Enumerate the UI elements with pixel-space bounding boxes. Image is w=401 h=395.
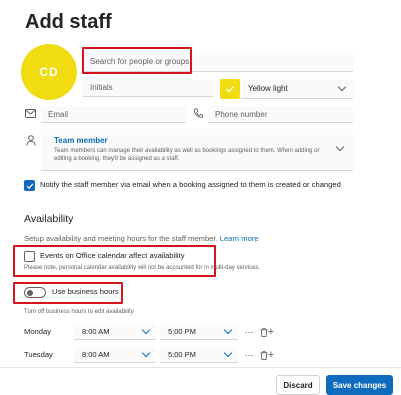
more-options-icon[interactable]: ⋯ bbox=[241, 324, 257, 340]
add-icon[interactable]: + bbox=[263, 324, 279, 340]
schedule-row-monday: Monday 8:00 AM 5:00 PM ⋯ + bbox=[0, 324, 401, 344]
email-field[interactable]: Email bbox=[41, 106, 186, 123]
day-label: Monday bbox=[24, 327, 52, 336]
role-description: Team members can manage their availabili… bbox=[54, 148, 320, 162]
chevron-down-icon bbox=[141, 325, 151, 335]
end-time-value: 5:00 PM bbox=[168, 350, 196, 359]
save-button[interactable]: Save changes bbox=[326, 375, 393, 395]
avatar[interactable]: CD bbox=[21, 44, 77, 100]
business-hours-hint: Turn off business hours to edit availabi… bbox=[24, 309, 134, 315]
start-time-value: 8:00 AM bbox=[82, 327, 110, 336]
mail-icon bbox=[25, 109, 36, 118]
check-icon bbox=[26, 183, 33, 189]
end-time-select[interactable]: 5:00 PM bbox=[160, 324, 238, 340]
availability-description-text: Setup availability and meeting hours for… bbox=[24, 234, 218, 243]
phone-placeholder: Phone number bbox=[215, 109, 268, 119]
color-swatch[interactable] bbox=[220, 79, 240, 99]
more-options-icon[interactable]: ⋯ bbox=[241, 347, 257, 363]
search-highlight bbox=[82, 47, 192, 74]
phone-icon bbox=[193, 108, 203, 118]
chevron-down-icon bbox=[223, 325, 233, 335]
person-icon bbox=[26, 135, 36, 146]
day-label: Tuesday bbox=[24, 350, 53, 359]
chevron-down-icon bbox=[223, 348, 233, 358]
notify-label: Notify the staff member via email when a… bbox=[40, 180, 341, 189]
chevron-down-icon bbox=[337, 82, 347, 92]
phone-field[interactable]: Phone number bbox=[208, 106, 353, 123]
office-calendar-note: Please note, personal calendar availabil… bbox=[24, 265, 261, 271]
page-title: Add staff bbox=[25, 11, 112, 33]
check-icon bbox=[226, 85, 235, 93]
role-select[interactable]: Team member Team members can manage thei… bbox=[41, 129, 353, 171]
role-title: Team member bbox=[54, 136, 108, 145]
color-select[interactable]: Yellow light bbox=[241, 79, 353, 99]
initials-field[interactable]: Initials bbox=[83, 79, 213, 97]
chevron-down-icon bbox=[141, 348, 151, 358]
business-hours-label: Use business hours bbox=[52, 287, 119, 296]
schedule-row-tuesday: Tuesday 8:00 AM 5:00 PM ⋯ + bbox=[0, 347, 401, 367]
end-time-value: 5:00 PM bbox=[168, 327, 196, 336]
office-calendar-checkbox[interactable] bbox=[24, 251, 35, 262]
availability-description: Setup availability and meeting hours for… bbox=[24, 234, 259, 244]
initials-placeholder: Initials bbox=[90, 83, 113, 92]
toggle-knob bbox=[27, 289, 33, 296]
end-time-select[interactable]: 5:00 PM bbox=[160, 347, 238, 363]
start-time-select[interactable]: 8:00 AM bbox=[74, 347, 156, 363]
chevron-down-icon bbox=[335, 142, 345, 152]
add-icon[interactable]: + bbox=[263, 347, 279, 363]
notify-checkbox[interactable] bbox=[24, 180, 35, 191]
email-placeholder: Email bbox=[48, 109, 69, 119]
color-select-value: Yellow light bbox=[248, 84, 288, 93]
office-calendar-highlight bbox=[13, 245, 216, 277]
office-calendar-label: Events on Office calendar affect availab… bbox=[40, 251, 185, 260]
discard-button[interactable]: Discard bbox=[276, 375, 320, 395]
availability-heading: Availability bbox=[24, 213, 74, 225]
learn-more-link[interactable]: Learn more bbox=[220, 234, 259, 243]
start-time-value: 8:00 AM bbox=[82, 350, 110, 359]
business-hours-toggle[interactable] bbox=[24, 287, 46, 298]
footer-divider bbox=[0, 367, 401, 368]
start-time-select[interactable]: 8:00 AM bbox=[74, 324, 156, 340]
